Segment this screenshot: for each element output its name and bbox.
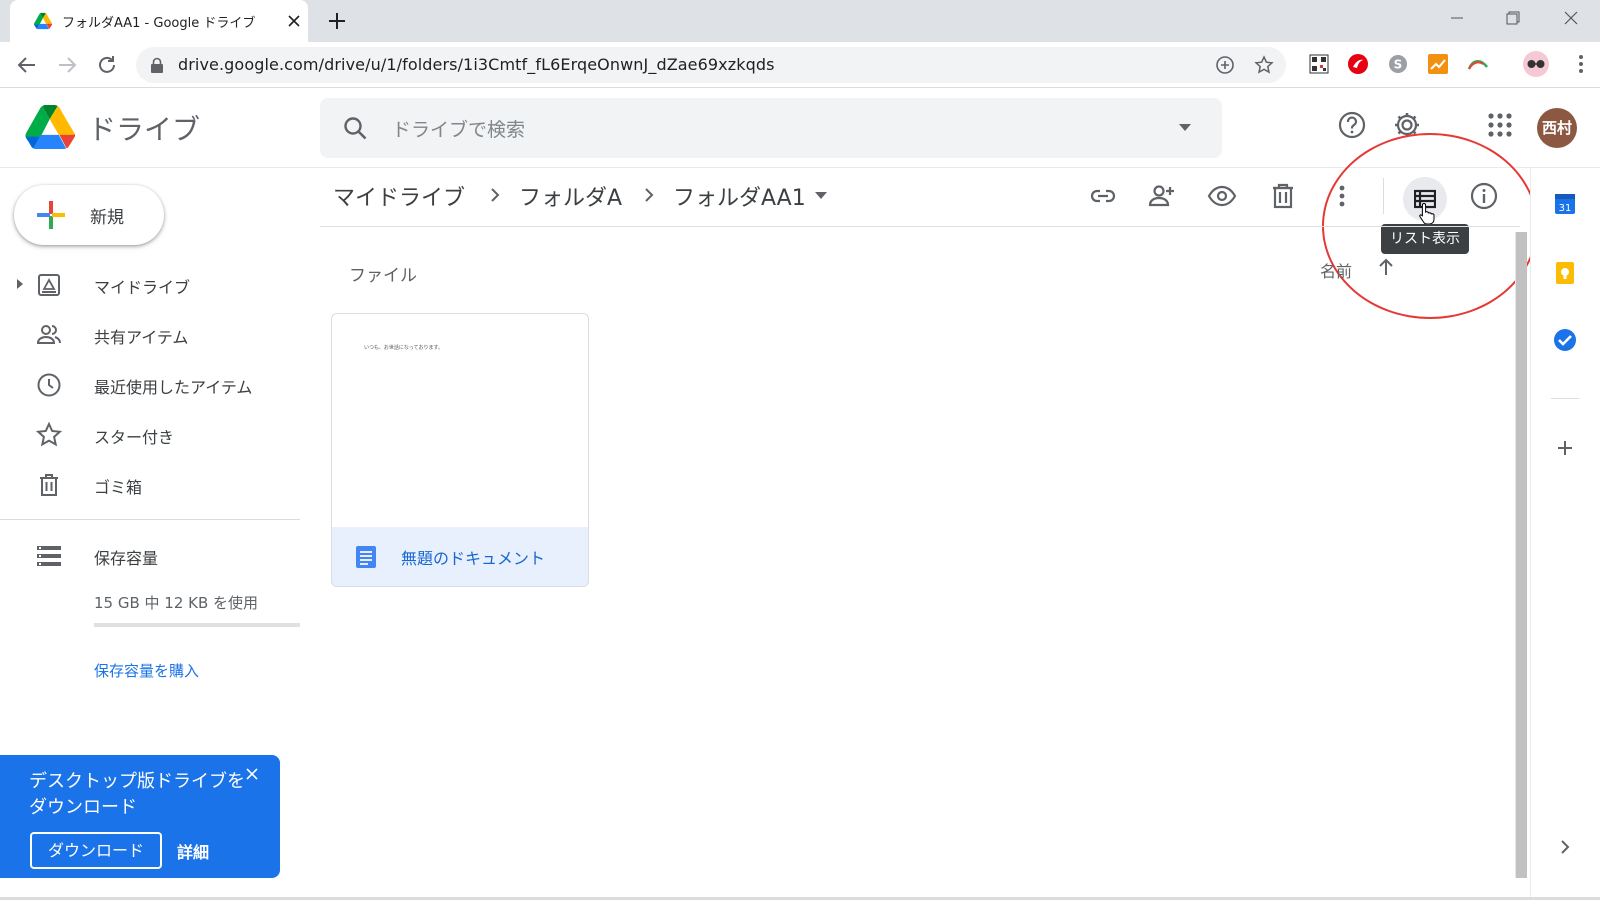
thumbnail-text: いつも、お世話になっております。 xyxy=(364,345,443,351)
tab-title: フォルダAA1 - Google ドライブ xyxy=(62,16,256,31)
buy-storage-link[interactable]: 保存容量を購入 xyxy=(94,660,199,681)
files-section-heading: ファイル xyxy=(349,266,417,286)
lock-icon xyxy=(150,57,164,73)
preview-eye-icon[interactable] xyxy=(1207,181,1237,211)
address-bar[interactable]: drive.google.com/drive/u/1/folders/1i3Cm… xyxy=(136,47,1286,83)
keep-icon[interactable] xyxy=(1553,261,1577,285)
my-drive-icon xyxy=(36,272,62,298)
desktop-download-banner: デスクトップ版ドライブをダウンロード ダウンロード 詳細 xyxy=(0,755,280,878)
calendar-icon[interactable]: 31 xyxy=(1553,192,1577,216)
banner-close-icon[interactable] xyxy=(245,767,259,781)
minimize-icon[interactable] xyxy=(1447,8,1467,28)
breadcrumb-my-drive[interactable]: マイドライブ xyxy=(333,180,465,212)
url-text: drive.google.com/drive/u/1/folders/1i3Cm… xyxy=(178,55,775,74)
search-bar[interactable]: ドライブで検索 xyxy=(320,98,1222,158)
sidebar-item-storage[interactable]: 保存容量 xyxy=(0,533,300,577)
download-button[interactable]: ダウンロード xyxy=(30,832,162,869)
sort-ascending-arrow-icon[interactable] xyxy=(1377,257,1395,277)
chevron-right-icon xyxy=(488,186,502,204)
sidebar-item-label: 最近使用したアイテム xyxy=(94,378,253,397)
sidebar-item-label: 共有アイテム xyxy=(94,328,189,347)
file-thumbnail: いつも、お世話になっております。 xyxy=(332,314,588,526)
sidebar-item-label: マイドライブ xyxy=(94,278,191,297)
new-plus-icon xyxy=(34,198,68,232)
add-shortcut-icon[interactable] xyxy=(1215,55,1235,75)
storage-label: 保存容量 xyxy=(94,549,159,568)
browser-toolbar: drive.google.com/drive/u/1/folders/1i3Cm… xyxy=(0,42,1600,88)
chevron-right-icon xyxy=(642,186,656,204)
sidebar-item-label: ゴミ箱 xyxy=(94,478,143,497)
bookmark-star-icon[interactable] xyxy=(1254,55,1274,75)
reload-icon[interactable] xyxy=(95,53,119,77)
red-extension-icon[interactable] xyxy=(1347,53,1369,75)
drive-logo-icon[interactable] xyxy=(25,105,75,149)
sidebar-divider xyxy=(0,519,300,520)
collapse-panel-chevron-icon[interactable] xyxy=(1553,835,1577,859)
main-scrollbar[interactable] xyxy=(1515,232,1527,878)
folder-dropdown-icon[interactable] xyxy=(815,192,827,200)
drive-favicon-icon xyxy=(34,12,52,30)
storage-progress-bar xyxy=(94,623,300,627)
arc-extension-icon[interactable] xyxy=(1467,53,1489,75)
delete-trash-icon[interactable] xyxy=(1268,181,1298,211)
new-button[interactable]: 新規 xyxy=(14,185,164,245)
tasks-icon[interactable] xyxy=(1553,328,1577,352)
chart-extension-icon[interactable] xyxy=(1427,53,1449,75)
info-icon[interactable] xyxy=(1469,181,1499,211)
svg-text:31: 31 xyxy=(1559,203,1572,214)
help-icon[interactable] xyxy=(1337,110,1367,140)
profile-avatar-icon[interactable] xyxy=(1522,50,1550,78)
qr-extension-icon[interactable] xyxy=(1308,53,1330,75)
browser-tab[interactable]: フォルダAA1 - Google ドライブ xyxy=(10,0,308,42)
star-icon xyxy=(36,422,62,448)
forward-arrow-icon[interactable] xyxy=(55,53,79,77)
add-addon-plus-icon[interactable] xyxy=(1553,436,1577,460)
back-arrow-icon[interactable] xyxy=(15,53,39,77)
file-card[interactable]: いつも、お世話になっております。 無題のドキュメント xyxy=(331,313,589,587)
sidebar-item-starred[interactable]: スター付き xyxy=(0,412,300,456)
expand-caret-icon[interactable] xyxy=(16,279,24,289)
side-panel-divider xyxy=(1551,398,1579,399)
tab-close-icon[interactable] xyxy=(284,11,304,31)
content-divider xyxy=(320,226,1520,227)
restore-icon[interactable] xyxy=(1503,8,1523,28)
sidebar-item-trash[interactable]: ゴミ箱 xyxy=(0,462,300,506)
search-options-dropdown-icon[interactable] xyxy=(1178,122,1192,132)
search-input[interactable]: ドライブで検索 xyxy=(392,115,525,142)
recent-clock-icon xyxy=(36,372,62,398)
chrome-menu-icon[interactable] xyxy=(1570,53,1592,75)
trash-icon xyxy=(36,472,62,498)
google-docs-icon xyxy=(356,546,376,568)
side-panel: 31 xyxy=(1530,168,1600,900)
sidebar-item-my-drive[interactable]: マイドライブ xyxy=(0,262,300,306)
storage-icon xyxy=(36,543,62,569)
account-avatar[interactable]: 西村 xyxy=(1537,108,1577,148)
browser-tabstrip: フォルダAA1 - Google ドライブ xyxy=(0,0,1600,42)
breadcrumb-folder-a[interactable]: フォルダA xyxy=(519,180,622,212)
get-link-icon[interactable] xyxy=(1088,181,1118,211)
new-button-label: 新規 xyxy=(90,208,124,228)
file-card-footer: 無題のドキュメント xyxy=(332,527,588,586)
shared-people-icon xyxy=(36,322,62,348)
new-tab-icon[interactable] xyxy=(326,10,348,32)
storage-usage-text: 15 GB 中 12 KB を使用 xyxy=(94,594,259,612)
sidebar-item-recent[interactable]: 最近使用したアイテム xyxy=(0,362,300,406)
breadcrumb-folder-aa1[interactable]: フォルダAA1 xyxy=(673,180,806,212)
sidebar-item-label: スター付き xyxy=(94,428,175,447)
sort-by-name-label[interactable]: 名前 xyxy=(1320,258,1352,282)
app-title[interactable]: ドライブ xyxy=(88,108,200,148)
share-add-person-icon[interactable] xyxy=(1147,181,1177,211)
window-close-icon[interactable] xyxy=(1561,8,1581,28)
banner-message: デスクトップ版ドライブをダウンロード xyxy=(29,771,245,818)
svg-text:S: S xyxy=(1394,58,1403,72)
search-icon[interactable] xyxy=(342,115,368,141)
sidebar-item-shared[interactable]: 共有アイテム xyxy=(0,312,300,356)
apps-grid-icon[interactable] xyxy=(1485,110,1515,140)
skype-extension-icon[interactable]: S xyxy=(1387,53,1409,75)
file-name: 無題のドキュメント xyxy=(401,549,546,568)
details-link[interactable]: 詳細 xyxy=(177,839,209,863)
